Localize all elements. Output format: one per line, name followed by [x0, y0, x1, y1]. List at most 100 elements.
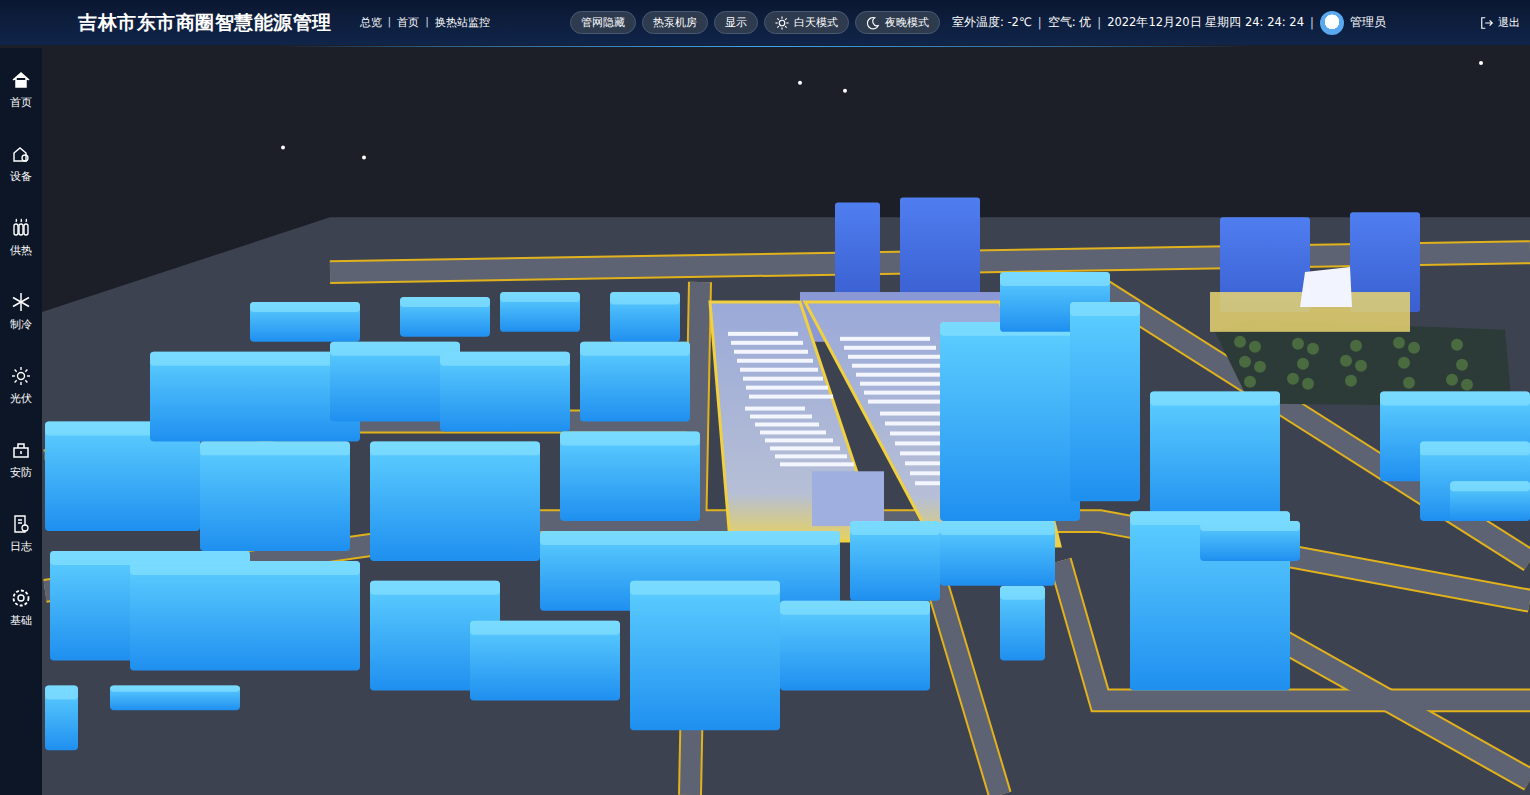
toolbar-button[interactable]: 热泵机房: [642, 11, 708, 34]
tree: [1239, 356, 1251, 368]
separator: |: [1097, 16, 1101, 30]
device-icon: [11, 144, 31, 164]
building: [470, 621, 620, 701]
road-edge: [930, 561, 1000, 795]
building: [1070, 302, 1140, 501]
building: [780, 601, 930, 691]
building: [440, 352, 570, 432]
user-menu[interactable]: 管理员: [1320, 11, 1386, 35]
breadcrumb: 总览 | 首页 | 换热站监控: [360, 15, 490, 30]
toolbar-button[interactable]: 白天模式: [764, 11, 849, 34]
tree: [1403, 377, 1415, 389]
status-info: 室外温度: -2℃ | 空气: 优 | 2022年12月20日 星期四 24: 24…: [952, 15, 1320, 30]
tree: [1297, 358, 1309, 370]
building: [1450, 481, 1530, 521]
tree: [1340, 355, 1352, 367]
info-item: 2022年12月20日 星期四 24: 24: 24: [1107, 15, 1304, 30]
toolbar-button[interactable]: 显示: [714, 11, 758, 34]
sidebar-item[interactable]: 首页: [10, 70, 32, 110]
toolbar-button[interactable]: 管网隐藏: [570, 11, 636, 34]
header-glow: [0, 45, 1530, 48]
star: [843, 89, 847, 93]
sidebar-item[interactable]: 供热: [10, 218, 32, 258]
building: [110, 685, 240, 710]
sun-icon: [775, 16, 789, 30]
separator: |: [425, 15, 429, 30]
building: [200, 441, 350, 551]
solar-icon: [11, 366, 31, 386]
logout-button[interactable]: 退出: [1480, 15, 1520, 30]
road-edge: [1090, 282, 1530, 561]
breadcrumb-item[interactable]: 总览: [360, 15, 382, 30]
sidebar-item[interactable]: 光伏: [10, 366, 32, 406]
tree: [1451, 339, 1463, 351]
breadcrumb-item[interactable]: 首页: [397, 15, 419, 30]
ground: [42, 217, 1530, 795]
cool-icon: [11, 292, 31, 312]
sidebar-item[interactable]: 日志: [10, 514, 32, 554]
sidebar-item[interactable]: 基础: [10, 588, 32, 628]
building: [940, 521, 1055, 586]
glass-facade: [1300, 267, 1352, 307]
moon-icon: [866, 16, 880, 30]
security-icon: [11, 440, 31, 460]
sky: [42, 48, 1530, 795]
separator: |: [1038, 16, 1042, 30]
tree: [1398, 357, 1410, 369]
building: [500, 292, 580, 332]
building: [150, 352, 360, 442]
building: [580, 342, 690, 422]
tree: [1287, 373, 1299, 385]
app-root: 吉林市东市商圈智慧能源管理 总览| 首页| 换热站监控 管网隐藏 热泵机房 显示…: [0, 0, 1530, 795]
toolbar-button[interactable]: 夜晚模式: [855, 11, 940, 34]
tower: [900, 197, 980, 302]
home-icon: [11, 70, 31, 90]
sidebar-item[interactable]: 设备: [10, 144, 32, 184]
separator: |: [1310, 16, 1314, 30]
building: [610, 292, 680, 342]
building: [560, 431, 700, 521]
tree: [1446, 374, 1458, 386]
scene-canvas[interactable]: [42, 48, 1530, 795]
tree: [1292, 338, 1304, 350]
info-item: 室外温度: -2℃: [952, 15, 1032, 30]
tree: [1408, 342, 1420, 354]
building: [1150, 392, 1280, 521]
info-item: 空气: 优: [1048, 15, 1092, 30]
star: [798, 81, 802, 85]
heat-icon: [11, 218, 31, 238]
star: [281, 146, 285, 150]
tree: [1307, 343, 1319, 355]
tree: [1355, 360, 1367, 372]
building: [250, 302, 360, 342]
tree: [1234, 336, 1246, 348]
gear-icon: [11, 588, 31, 608]
tree: [1244, 376, 1256, 388]
sidebar-item[interactable]: 安防: [10, 440, 32, 480]
building: [940, 322, 1080, 521]
tree: [1350, 340, 1362, 352]
building: [1200, 521, 1300, 561]
building: [45, 685, 78, 750]
logout-icon: [1480, 16, 1494, 30]
tree: [1345, 375, 1357, 387]
sidebar-item[interactable]: 制冷: [10, 292, 32, 332]
separator: |: [388, 15, 392, 30]
top-bar: 吉林市东市商圈智慧能源管理 总览| 首页| 换热站监控 管网隐藏 热泵机房 显示…: [0, 0, 1530, 45]
tree: [1254, 361, 1266, 373]
tree: [1302, 378, 1314, 390]
log-icon: [11, 514, 31, 534]
building: [130, 561, 360, 671]
building: [1420, 441, 1530, 521]
tree: [1249, 341, 1261, 353]
tree: [1393, 337, 1405, 349]
star: [1479, 61, 1483, 65]
building: [630, 581, 780, 730]
tree: [1456, 359, 1468, 371]
road: [930, 561, 1000, 795]
tower: [835, 202, 880, 302]
sidebar: 首页 设备 供热 制冷 光伏 安防 日志 基础: [0, 48, 42, 795]
breadcrumb-item[interactable]: 换热站监控: [435, 15, 490, 30]
city-scene[interactable]: [42, 48, 1530, 795]
avatar-icon: [1320, 11, 1344, 35]
